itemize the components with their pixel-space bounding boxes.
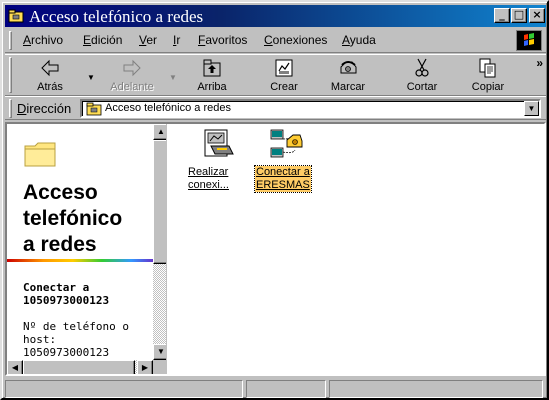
back-button[interactable]: Atrás: [25, 57, 75, 93]
pane-title: Acceso telefónico a redes: [23, 180, 153, 258]
vertical-scrollbar[interactable]: ▲ ▼: [153, 124, 166, 360]
forward-label: Adelante: [110, 81, 154, 93]
connect-to-heading: Conectar a 1050973000123: [23, 281, 109, 307]
maximize-button[interactable]: □: [511, 8, 527, 23]
status-panel-main: [5, 380, 243, 398]
address-value: Acceso telefónico a redes: [105, 102, 231, 114]
status-bar: [5, 378, 546, 398]
file-item-label-line: conexi...: [188, 179, 229, 191]
file-item-label-line: ERESMAS: [256, 179, 310, 191]
phone-value: 1050973000123: [23, 346, 110, 359]
file-item-label: Conectar a ERESMAS: [254, 165, 312, 193]
dialup-connection-icon: [270, 129, 303, 158]
close-button[interactable]: ×: [529, 8, 545, 23]
scissors-icon: [415, 58, 429, 77]
title-bar[interactable]: Acceso telefónico a redes _ □ ×: [5, 5, 546, 27]
file-item-label: Realizar conexi...: [187, 166, 230, 192]
web-view-pane: Acceso telefónico a redes Conectar a 105…: [7, 124, 167, 374]
cut-button[interactable]: Cortar: [397, 57, 447, 93]
create-connection-icon: [275, 59, 293, 77]
new-connection-icon: [204, 129, 234, 157]
up-label: Arriba: [197, 81, 227, 93]
up-button[interactable]: Arriba: [185, 57, 239, 93]
forward-button[interactable]: Adelante: [103, 57, 161, 93]
file-item-label-line: Conectar a: [256, 166, 310, 178]
dial-button[interactable]: Marcar: [323, 57, 373, 93]
address-field[interactable]: Acceso telefónico a redes ▼: [80, 99, 541, 118]
copy-icon: [479, 58, 496, 78]
menu-ayuda[interactable]: Ayuda: [342, 33, 376, 47]
scroll-right-button[interactable]: ▶: [137, 360, 153, 374]
menu-conexiones[interactable]: Conexiones: [264, 33, 327, 47]
status-panel-zone: [329, 380, 543, 398]
menu-ver[interactable]: Ver: [139, 33, 157, 47]
copy-button[interactable]: Copiar: [463, 57, 513, 93]
standard-toolbar: Atrás ▼ Adelante ▼ Arriba Crear Marcar C…: [5, 54, 546, 96]
horizontal-scrollbar[interactable]: ◀ ▶: [7, 360, 153, 374]
horizontal-scroll-thumb[interactable]: [23, 360, 135, 374]
address-label: Dirección: [17, 101, 72, 116]
pane-title-line: Acceso: [23, 181, 98, 204]
vertical-scroll-thumb[interactable]: [153, 140, 166, 264]
back-label: Atrás: [37, 81, 63, 93]
menu-edicion[interactable]: Edición: [83, 33, 122, 47]
minimize-button[interactable]: _: [494, 8, 510, 23]
back-arrow-icon: [41, 59, 59, 77]
scroll-down-button[interactable]: ▼: [153, 344, 166, 360]
windows-logo-icon: [516, 30, 542, 51]
phone-dial-icon: [340, 61, 357, 74]
folder-phone-icon: [86, 102, 102, 116]
content-area: Acceso telefónico a redes Conectar a 105…: [5, 122, 546, 376]
pane-title-line: telefónico: [23, 207, 123, 230]
folder-phone-icon[interactable]: [8, 8, 24, 24]
cut-label: Cortar: [406, 81, 438, 93]
menubar-grip[interactable]: [9, 31, 12, 50]
scroll-corner: [153, 360, 166, 374]
scroll-left-button[interactable]: ◀: [7, 360, 23, 374]
copy-label: Copiar: [471, 81, 505, 93]
addressbar-grip[interactable]: [9, 99, 12, 118]
create-label: Crear: [270, 81, 298, 93]
phone-label-line: host:: [23, 333, 57, 346]
file-item-label-line: Realizar: [188, 166, 229, 178]
toolbar-more-chevron[interactable]: »: [536, 56, 543, 70]
forward-arrow-icon: [123, 59, 141, 77]
explorer-window: Acceso telefónico a redes _ □ × Archivo …: [0, 0, 549, 400]
address-dropdown-button[interactable]: ▼: [524, 101, 539, 116]
menu-archivo[interactable]: Archivo: [23, 33, 63, 47]
folder-icon: [24, 142, 56, 167]
create-button[interactable]: Crear: [259, 57, 309, 93]
forward-dropdown-arrow[interactable]: ▼: [169, 73, 177, 82]
menu-favoritos[interactable]: Favoritos: [198, 33, 247, 47]
phone-label: Nº de teléfono o host:: [23, 320, 149, 346]
menu-ir[interactable]: Ir: [173, 33, 180, 47]
toolbar-grip[interactable]: [9, 57, 12, 93]
connect-to-label: Conectar a: [23, 281, 90, 294]
phone-label-line: Nº de teléfono o: [23, 320, 129, 333]
status-panel-size: [246, 380, 326, 398]
dial-label: Marcar: [330, 81, 366, 93]
pane-title-line: a redes: [23, 233, 97, 256]
back-dropdown-arrow[interactable]: ▼: [87, 73, 95, 82]
rainbow-divider: [7, 259, 153, 262]
window-title: Acceso telefónico a redes: [29, 7, 204, 26]
scroll-up-button[interactable]: ▲: [153, 124, 166, 140]
file-list[interactable]: Realizar conexi... Conectar a ERESMAS: [169, 124, 544, 374]
menu-bar: Archivo Edición Ver Ir Favoritos Conexio…: [5, 29, 546, 53]
address-bar: Dirección Acceso telefónico a redes ▼: [5, 96, 546, 120]
connect-to-number: 1050973000123: [23, 294, 110, 307]
up-folder-icon: [203, 59, 221, 77]
